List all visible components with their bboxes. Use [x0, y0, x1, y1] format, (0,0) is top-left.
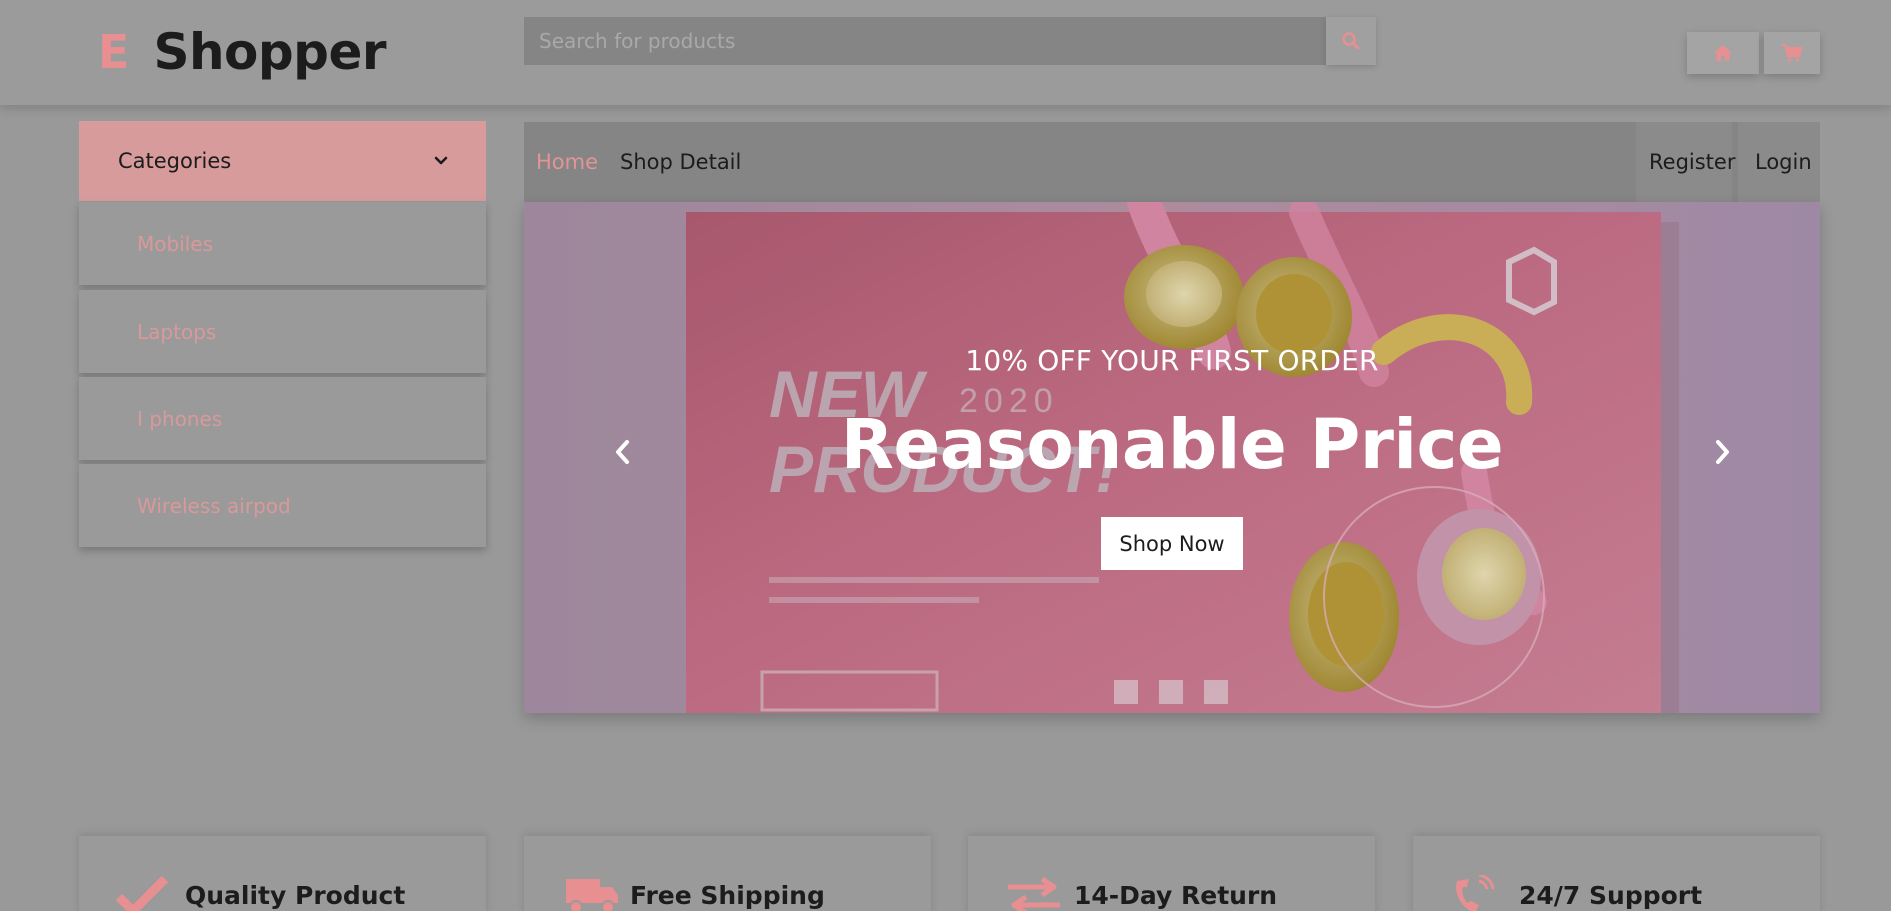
shop-now-button[interactable]: Shop Now [1101, 517, 1243, 570]
logo-letter: E [98, 25, 130, 79]
home-button[interactable] [1687, 32, 1759, 74]
feature-24-7-support: 24/7 Support [1413, 836, 1820, 911]
nav-link-shop-detail[interactable]: Shop Detail [620, 122, 741, 202]
nav-link-register[interactable]: Register [1649, 122, 1735, 202]
feature-title: Free Shipping [630, 881, 825, 910]
navbar: Home Shop Detail Register Login [524, 122, 1820, 202]
categories-toggle[interactable]: Categories [79, 121, 486, 201]
logo[interactable]: E Shopper [98, 22, 387, 82]
feature-title: 14-Day Return [1074, 881, 1278, 910]
category-item-iphones[interactable]: I phones [79, 377, 486, 460]
search-input[interactable] [524, 17, 1326, 65]
phone-icon [1456, 875, 1495, 911]
search-bar [524, 17, 1376, 65]
category-item-mobiles[interactable]: Mobiles [79, 202, 486, 285]
check-icon [115, 875, 169, 911]
nav-link-login[interactable]: Login [1755, 122, 1812, 202]
chevron-down-icon [434, 156, 448, 165]
feature-14-day-return: 14-Day Return [968, 836, 1375, 911]
header: E Shopper [0, 0, 1891, 105]
feature-quality-product: Quality Product [79, 836, 486, 911]
category-item-laptops[interactable]: Laptops [79, 290, 486, 373]
exchange-icon [1008, 876, 1060, 911]
search-button[interactable] [1326, 17, 1376, 65]
hero-carousel: NEW PRODUCT! 2020 10% OFF YOUR FIRST ORD… [524, 202, 1820, 713]
search-icon [1342, 32, 1360, 50]
carousel-title: Reasonable Price [840, 405, 1504, 485]
carousel-subtitle: 10% OFF YOUR FIRST ORDER [965, 344, 1379, 377]
truck-icon [566, 879, 618, 911]
home-icon [1714, 45, 1732, 61]
logo-text: Shopper [153, 23, 387, 81]
cart-button[interactable] [1764, 32, 1820, 74]
feature-free-shipping: Free Shipping [524, 836, 931, 911]
cart-icon [1782, 43, 1803, 62]
nav-link-home[interactable]: Home [536, 122, 598, 202]
feature-title: Quality Product [185, 881, 406, 910]
category-item-wireless-airpod[interactable]: Wireless airpod [79, 464, 486, 547]
feature-title: 24/7 Support [1519, 881, 1703, 910]
categories-label: Categories [118, 149, 232, 173]
